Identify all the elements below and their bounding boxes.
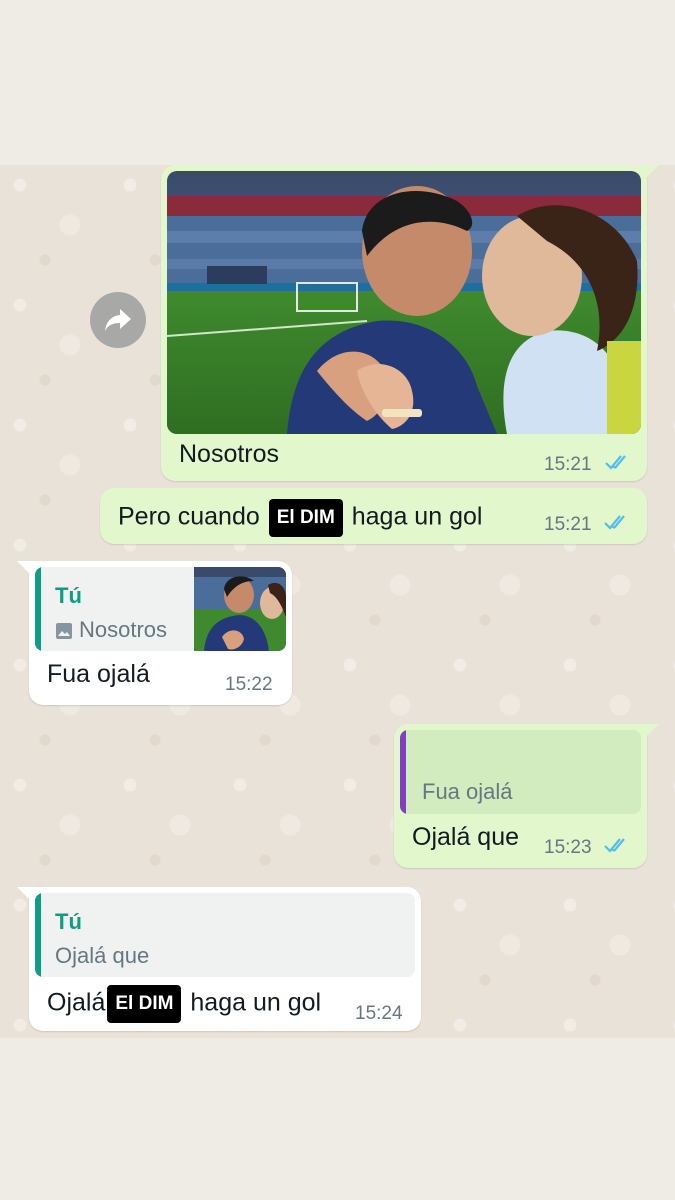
message-time: 15:22 (225, 674, 273, 695)
message-text-before: Pero cuando (118, 502, 260, 531)
quoted-message[interactable]: Fua ojalá (400, 730, 641, 814)
quoted-message[interactable]: Tú Nosotros (35, 567, 286, 651)
reply-message-bubble[interactable]: Tú Nosotros Fua ojalá 15:22 (17, 561, 292, 705)
message-text: Ojalá que (412, 823, 520, 851)
top-margin (0, 0, 675, 165)
message-time: 15:23 (544, 837, 592, 858)
bottom-margin (0, 1038, 675, 1200)
quote-author: Tú (55, 909, 82, 934)
message-text: Pero cuando El DIM haga un gol (118, 499, 482, 537)
quoted-message[interactable]: Tú Ojalá que (35, 893, 415, 977)
shared-photo[interactable] (167, 171, 641, 434)
message-time: 15:21 (544, 514, 592, 535)
reply-message-bubble[interactable]: Fua ojalá Ojalá que 15:23 (394, 724, 659, 868)
message-text-before: Ojalá (47, 988, 106, 1017)
double-check-icon (604, 515, 625, 530)
photo-image (167, 171, 641, 434)
text-message-bubble[interactable]: Pero cuando El DIM haga un gol 15:21 (100, 488, 647, 544)
chat-area[interactable]: Nosotros 15:21 Pero cuando El DIM haga u… (0, 165, 675, 1038)
photo-message-bubble[interactable]: Nosotros 15:21 (161, 165, 659, 481)
quote-text: Ojalá que (55, 943, 150, 968)
double-check-icon (604, 838, 625, 853)
quote-bar (35, 567, 41, 651)
message-time: 15:24 (355, 1003, 403, 1024)
quote-thumbnail (194, 567, 286, 651)
quote-text: Fua ojalá (422, 779, 513, 804)
photo-caption: Nosotros (179, 440, 280, 468)
reply-message-bubble[interactable]: Tú Ojalá que Ojalá El DIM haga un gol 15:… (17, 887, 421, 1031)
quote-bar (400, 730, 406, 814)
quote-bar (35, 893, 41, 977)
message-time: 15:21 (544, 454, 592, 475)
message-text-after: haga un gol (351, 502, 483, 531)
quote-author: Tú (55, 583, 82, 608)
double-check-icon (605, 455, 626, 470)
redacted-label: El DIM (268, 499, 343, 537)
message-text-after: haga un gol (190, 988, 322, 1017)
forward-button[interactable] (90, 292, 146, 348)
quote-text: Nosotros (79, 617, 168, 642)
image-icon (56, 623, 72, 639)
message-text: Fua ojalá (47, 660, 150, 688)
message-text: Ojalá El DIM haga un gol (47, 985, 321, 1023)
redacted-label: El DIM (107, 985, 182, 1023)
forward-arrow-icon (105, 309, 131, 331)
